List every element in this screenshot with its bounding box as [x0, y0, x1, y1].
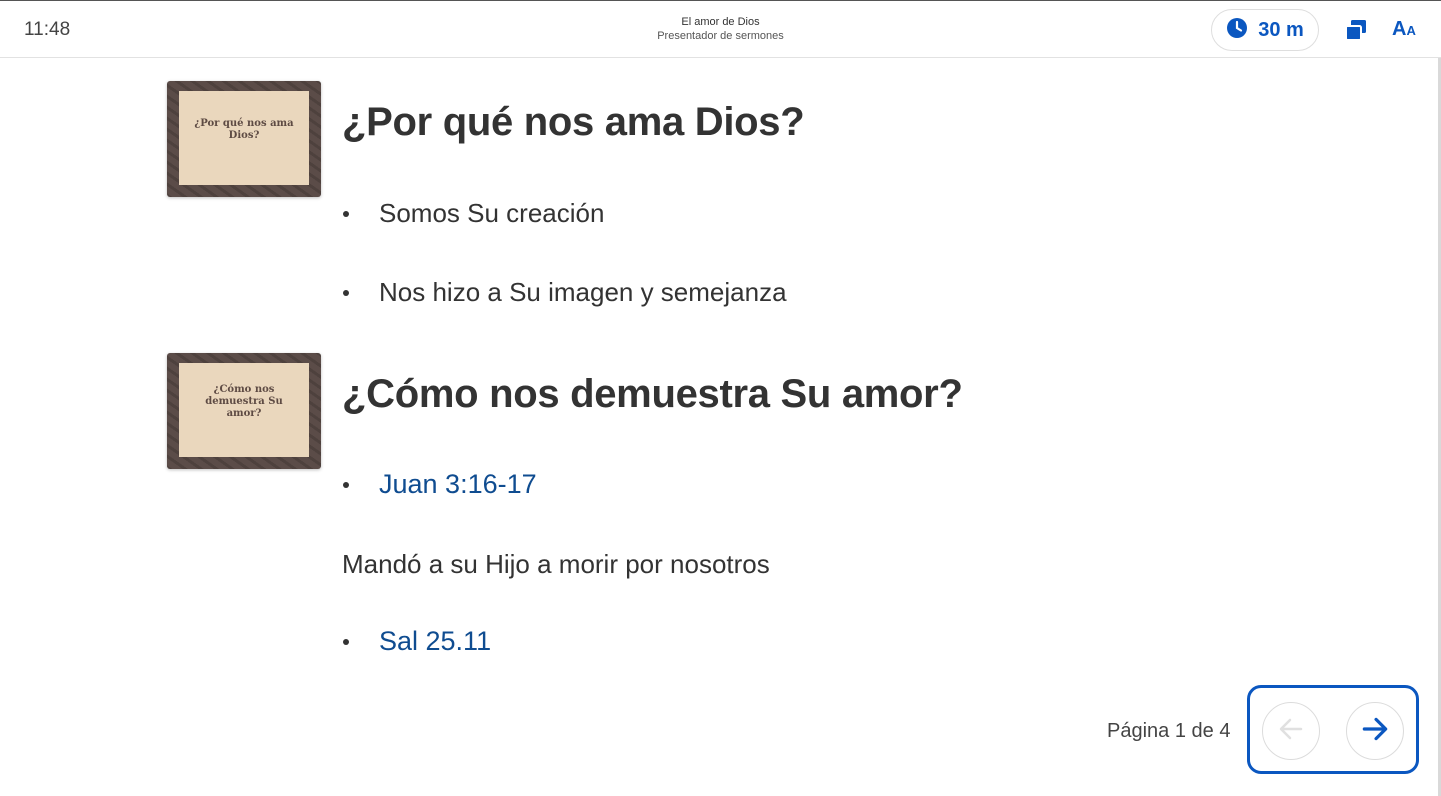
- slide-heading-1: ¿Por qué nos ama Dios?: [342, 100, 805, 144]
- top-bar: 11:48 El amor de Dios Presentador de ser…: [0, 0, 1441, 58]
- thumbnail-text: ¿Cómo nos demuestra Su amor?: [205, 384, 283, 419]
- slide-paragraph: Mandó a su Hijo a morir por nosotros: [342, 549, 770, 579]
- scripture-link-juan[interactable]: Juan 3:16-17: [379, 469, 537, 500]
- font-size-button[interactable]: AA: [1392, 18, 1416, 42]
- slide-thumbnail-2[interactable]: ¿Cómo nos demuestra Su amor?: [167, 353, 321, 469]
- timer-label: 30 m: [1258, 18, 1304, 41]
- thumbnail-panel: ¿Por qué nos ama Dios?: [179, 91, 309, 185]
- copy-button[interactable]: [1342, 16, 1370, 44]
- bullet-dot: [343, 289, 349, 296]
- arrow-right-icon: [1359, 713, 1391, 750]
- bullet-dot: [343, 210, 349, 217]
- font-size-icon: AA: [1392, 18, 1416, 40]
- thumbnail-text: ¿Por qué nos ama Dios?: [194, 118, 294, 141]
- clock-icon: [1226, 17, 1248, 44]
- bullet-text: Somos Su creación: [379, 198, 605, 228]
- page-indicator: Página 1 de 4: [1107, 720, 1231, 742]
- previous-page-button[interactable]: [1262, 702, 1320, 760]
- slide-thumbnail-1[interactable]: ¿Por qué nos ama Dios?: [167, 81, 321, 197]
- bullet-item: Somos Su creación: [343, 198, 604, 229]
- scripture-link-salmos[interactable]: Sal 25.11: [379, 626, 491, 657]
- bullet-text: Nos hizo a Su imagen y semejanza: [379, 277, 787, 307]
- bullet-dot: [343, 481, 349, 488]
- bullet-item: Sal 25.11: [343, 626, 491, 657]
- page-navigation: [1247, 685, 1419, 774]
- arrow-left-icon: [1276, 714, 1306, 749]
- bullet-dot: [343, 638, 349, 645]
- bullet-item: Nos hizo a Su imagen y semejanza: [343, 277, 787, 308]
- bullet-item: Juan 3:16-17: [343, 469, 537, 500]
- copy-icon: [1342, 20, 1370, 48]
- timer-button[interactable]: 30 m: [1211, 9, 1319, 51]
- slide-heading-2: ¿Cómo nos demuestra Su amor?: [342, 372, 963, 416]
- next-page-button[interactable]: [1346, 702, 1404, 760]
- thumbnail-panel: ¿Cómo nos demuestra Su amor?: [179, 363, 309, 457]
